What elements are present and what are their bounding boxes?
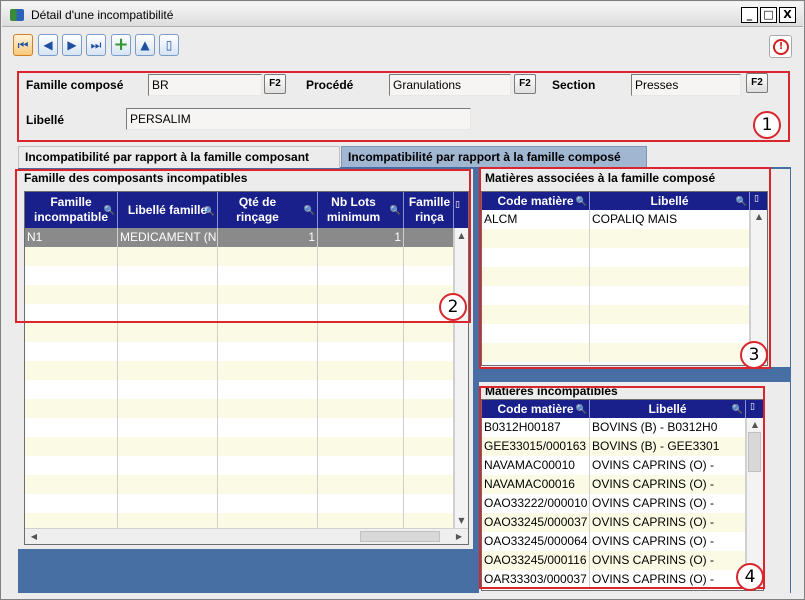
close-button[interactable]: X (779, 7, 796, 23)
app-icon (10, 9, 24, 21)
minimize-button[interactable]: _ (741, 7, 758, 23)
scroll-down-icon[interactable]: ▼ (455, 516, 468, 525)
annotation-badge-1: 1 (753, 111, 781, 139)
table-cell (318, 342, 404, 361)
table-cell (25, 323, 118, 342)
table-cell (404, 323, 454, 342)
table-cell (118, 475, 218, 494)
table-cell (25, 399, 118, 418)
table-cell (404, 494, 454, 513)
table-cell (218, 437, 318, 456)
tab-famille-composant[interactable]: Incompatibilité par rapport à la famille… (18, 146, 340, 168)
table-row[interactable] (25, 456, 454, 475)
last-record-icon[interactable]: ⏭ (86, 34, 106, 56)
table-cell (118, 437, 218, 456)
table-row[interactable] (25, 361, 454, 380)
table-cell (218, 494, 318, 513)
table-cell (25, 456, 118, 475)
table-cell (25, 475, 118, 494)
window-title: Détail d'une incompatibilité (31, 8, 174, 22)
table-cell (25, 361, 118, 380)
add-record-icon[interactable]: + (111, 34, 131, 56)
table-cell (218, 418, 318, 437)
table-cell (218, 342, 318, 361)
annotation-badge-3: 3 (740, 341, 768, 369)
table-cell (404, 437, 454, 456)
table-cell (25, 437, 118, 456)
table-row[interactable] (25, 399, 454, 418)
table-cell (318, 494, 404, 513)
table-cell (118, 380, 218, 399)
table-cell (118, 361, 218, 380)
table-cell (318, 475, 404, 494)
annotation-box-4 (479, 386, 765, 589)
table-cell (25, 418, 118, 437)
annotation-box-3 (479, 167, 771, 369)
title-bar: Détail d'une incompatibilité _ □ X (2, 2, 803, 27)
table-cell (318, 399, 404, 418)
exit-icon: ! (773, 39, 789, 55)
table-cell (118, 494, 218, 513)
table-cell (318, 437, 404, 456)
table-cell (218, 399, 318, 418)
table-cell (404, 418, 454, 437)
table-cell (25, 494, 118, 513)
scroll-left-icon[interactable]: ◀ (29, 532, 39, 541)
table-cell (218, 456, 318, 475)
table-cell (318, 323, 404, 342)
exit-button[interactable]: ! (769, 35, 792, 58)
table-cell (218, 380, 318, 399)
table-cell (25, 342, 118, 361)
table-row[interactable] (25, 494, 454, 513)
table-cell (118, 456, 218, 475)
previous-record-icon[interactable]: ◀ (38, 34, 58, 56)
table-cell (218, 361, 318, 380)
table-cell (118, 342, 218, 361)
table-cell (404, 361, 454, 380)
tab-famille-compose[interactable]: Incompatibilité par rapport à la famille… (341, 146, 647, 168)
table-cell (404, 380, 454, 399)
table-row[interactable] (25, 418, 454, 437)
table-cell (404, 399, 454, 418)
table-cell (25, 380, 118, 399)
annotation-box-1 (17, 71, 790, 142)
table-cell (118, 399, 218, 418)
annotation-box-2 (15, 169, 471, 323)
table-row[interactable] (25, 380, 454, 399)
tab-content: Famille des composants incompatibles Fam… (15, 167, 791, 593)
table-cell (218, 475, 318, 494)
table-cell (318, 361, 404, 380)
table-cell (404, 342, 454, 361)
next-record-icon[interactable]: ▶ (62, 34, 82, 56)
table-cell (318, 456, 404, 475)
window: Détail d'une incompatibilité _ □ X ⏮ ◀ ▶… (0, 0, 805, 600)
famille-hscroll[interactable]: ◀ ▶ (25, 528, 468, 544)
first-record-icon[interactable]: ⏮ (13, 34, 33, 56)
hscroll-thumb[interactable] (360, 531, 440, 542)
annotation-badge-2: 2 (439, 293, 467, 321)
table-row[interactable] (25, 323, 454, 342)
move-up-icon[interactable]: ▲ (135, 34, 155, 56)
document-icon[interactable]: ▯ (159, 34, 179, 56)
scroll-right-icon[interactable]: ▶ (454, 532, 464, 541)
table-cell (404, 456, 454, 475)
table-row[interactable] (25, 437, 454, 456)
table-row[interactable] (25, 342, 454, 361)
table-cell (118, 418, 218, 437)
table-cell (318, 418, 404, 437)
table-cell (218, 323, 318, 342)
table-row[interactable] (25, 475, 454, 494)
maximize-button[interactable]: □ (760, 7, 777, 23)
table-cell (404, 475, 454, 494)
annotation-badge-4: 4 (736, 563, 764, 591)
table-cell (118, 323, 218, 342)
table-cell (318, 380, 404, 399)
